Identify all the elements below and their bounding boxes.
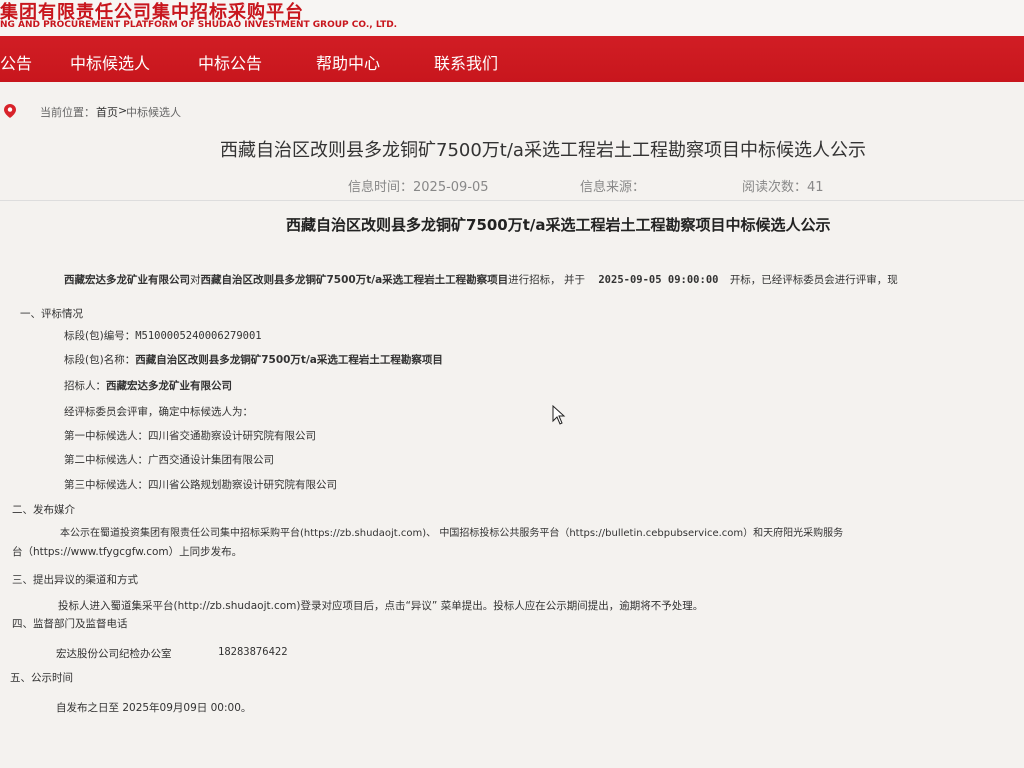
review-statement: 经评标委员会评审，确定中标候选人为： [64,406,253,418]
intro-project: 西藏自治区改则县多龙铜矿7500万t/a采选工程岩土工程勘察项目 [200,274,509,286]
media-text-1: 本公示在蜀道投资集团有限责任公司集中招标采购平台(https://zb.shud… [60,528,844,539]
site-header: 集团有限责任公司集中招标采购平台 NG AND PROCUREMENT PLAT… [0,0,1024,82]
info-source: 信息来源： [580,180,646,195]
objection-text: 投标人进入蜀道集采平台(http://zb.shudaojt.com)登录对应项… [58,600,704,612]
nav-item-help-center[interactable]: 帮助中心 [316,50,380,74]
publicity-period: 自发布之日至 2025年09月09日 00:00。 [56,702,252,714]
intro-tail1: 进行招标， 并于 [508,274,586,286]
site-logo-en: NG AND PROCUREMENT PLATFORM OF SHUDAO IN… [0,20,398,30]
main-nav: 公告 中标候选人 中标公告 帮助中心 联系我们 [0,36,1024,82]
intro-paragraph: 西藏宏达多龙矿业有限公司对西藏自治区改则县多龙铜矿7500万t/a采选工程岩土工… [64,272,898,287]
info-time: 信息时间：2025-09-05 [348,180,489,195]
bid-section-code-value: M5100005240006279001 [135,330,262,342]
candidate-2: 第二中标候选人：广西交通设计集团有限公司 [64,454,274,466]
breadcrumb-home-link[interactable]: 首页 [96,104,118,120]
candidate-3: 第三中标候选人：四川省公路规划勘察设计研究院有限公司 [64,479,337,491]
media-text-2: 台（https://www.tfygcgfw.com）上同步发布。 [12,546,243,558]
bid-section-code: 标段(包)编号：M5100005240006279001 [64,328,262,343]
document-title: 西藏自治区改则县多龙铜矿7500万t/a采选工程岩土工程勘察项目中标候选人公示 [286,216,831,234]
section-3-heading: 三、提出异议的渠道和方式 [12,574,138,586]
section-1-heading: 一、评标情况 [20,308,83,320]
divider [0,200,1024,201]
breadcrumb-label: 当前位置： [40,106,95,119]
page-title: 西藏自治区改则县多龙铜矿7500万t/a采选工程岩土工程勘察项目中标候选人公示 [220,140,866,161]
mouse-cursor-icon [552,405,566,425]
intro-datetime: 2025-09-05 09:00:00 [598,274,719,286]
section-2-heading: 二、发布媒介 [12,504,75,516]
intro-company: 西藏宏达多龙矿业有限公司 [64,274,190,286]
bid-section-name-label: 标段(包)名称： [64,354,136,366]
bid-section-name: 标段(包)名称：西藏自治区改则县多龙铜矿7500万t/a采选工程岩土工程勘察项目 [64,352,443,367]
bid-section-code-label: 标段(包)编号： [64,330,136,342]
nav-item-winning-announcement[interactable]: 中标公告 [198,50,262,74]
section-5-heading: 五、公示时间 [10,672,73,684]
candidate-1: 第一中标候选人：四川省交通勘察设计研究院有限公司 [64,430,316,442]
location-pin-icon [4,104,16,118]
tenderer-label: 招标人： [64,380,106,392]
breadcrumb-current: 中标候选人 [126,106,181,119]
nav-item-notice[interactable]: 公告 [0,50,32,74]
breadcrumb: 当前位置： 首页 > 中标候选人 [0,100,1024,122]
nav-item-winning-candidates[interactable]: 中标候选人 [70,50,150,74]
intro-dui: 对 [190,274,201,286]
nav-item-contact-us[interactable]: 联系我们 [434,50,498,74]
section-4-heading: 四、监督部门及监督电话 [12,618,128,630]
bid-section-name-value: 西藏自治区改则县多龙铜矿7500万t/a采选工程岩土工程勘察项目 [135,354,443,366]
tenderer-value: 西藏宏达多龙矿业有限公司 [106,380,232,392]
supervision-dept: 宏达股份公司纪检办公室 [56,648,172,660]
intro-tail2: 开标，已经评标委员会进行评审，现 [729,274,898,286]
tenderer: 招标人：西藏宏达多龙矿业有限公司 [64,378,232,393]
supervision-phone: 18283876422 [218,646,288,658]
logo-band: 集团有限责任公司集中招标采购平台 NG AND PROCUREMENT PLAT… [0,0,1024,36]
read-count: 阅读次数：41 [742,180,824,195]
